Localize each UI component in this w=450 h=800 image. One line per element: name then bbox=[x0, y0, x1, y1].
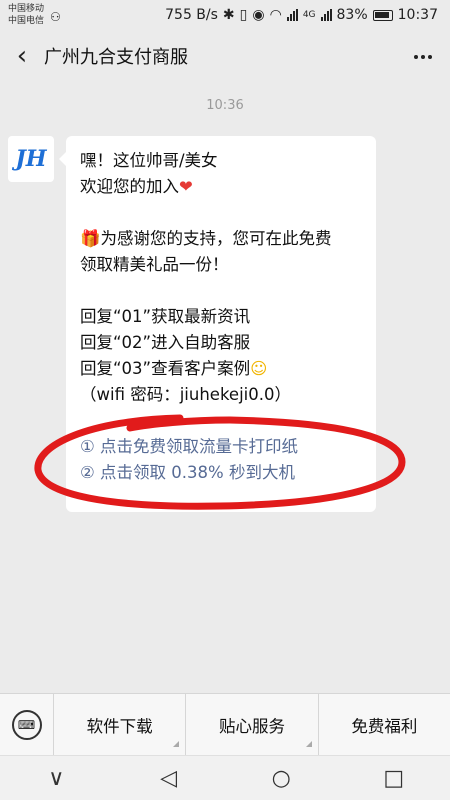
network-type: 4G bbox=[302, 10, 316, 20]
message-timestamp: 10:36 bbox=[206, 98, 244, 113]
carrier-info: 中国移动 中国电信 bbox=[8, 3, 44, 27]
carrier-1: 中国移动 bbox=[8, 4, 45, 14]
menu-service[interactable]: 贴心服务 bbox=[186, 694, 319, 755]
gift-icon: 🎁 bbox=[80, 229, 101, 248]
status-right: 755 B/s ✱ ▯ ◉ ◠ 4G 83% 10:37 bbox=[165, 7, 438, 23]
carrier-2: 中国电信 bbox=[8, 16, 45, 26]
smile-icon: ☺ bbox=[250, 359, 268, 378]
nav-collapse-icon[interactable]: ∨ bbox=[26, 766, 86, 791]
page-title: 广州九合支付商服 bbox=[44, 47, 188, 68]
signal-icon-2 bbox=[320, 9, 332, 21]
heart-icon: ❤ bbox=[179, 177, 193, 196]
reply-03-line: 回复“03”查看客户案例☺ bbox=[80, 359, 268, 378]
eye-icon: ◉ bbox=[252, 7, 265, 23]
welcome-line: 欢迎您的加入❤ bbox=[80, 177, 193, 196]
more-dots-icon[interactable] bbox=[408, 42, 438, 72]
vibrate-icon: ▯ bbox=[239, 7, 248, 23]
message-bubble: 嘿！这位帅哥/美女 欢迎您的加入❤ 🎁为感谢您的支持，您可在此免费 领取精美礼品… bbox=[59, 136, 376, 512]
free-flow-card-link[interactable]: ① 点击免费领取流量卡打印纸 bbox=[80, 434, 364, 460]
keyboard-icon: ⌨ bbox=[11, 710, 42, 740]
reply-02-line: 回复“02”进入自助客服 bbox=[80, 333, 251, 352]
avatar[interactable]: JH bbox=[8, 136, 54, 182]
nav-recents-icon[interactable]: □ bbox=[364, 766, 424, 791]
status-bar: 中国移动 中国电信 ⚇ 755 B/s ✱ ▯ ◉ ◠ 4G 83% 10:37 bbox=[0, 0, 450, 32]
network-speed: 755 B/s bbox=[165, 7, 218, 23]
gift-line: 🎁为感谢您的支持，您可在此免费 bbox=[80, 229, 332, 248]
battery-percent: 83% bbox=[336, 7, 368, 23]
system-nav-bar: ∨ ◁ ○ □ bbox=[0, 755, 450, 800]
nav-back-icon[interactable]: ◁ bbox=[139, 766, 199, 791]
battery-icon bbox=[372, 9, 393, 21]
wifi-password-line: （wifi 密码：jiuhekeji0.0） bbox=[80, 385, 291, 404]
bluetooth-icon: ✱ bbox=[222, 7, 235, 23]
nav-home-icon[interactable]: ○ bbox=[251, 766, 311, 791]
rate-promo-link[interactable]: ② 点击领取 0.38% 秒到大机 bbox=[80, 460, 364, 486]
greeting-line: 嘿！这位帅哥/美女 bbox=[80, 151, 218, 170]
menu-software-download[interactable]: 软件下载 bbox=[54, 694, 187, 755]
clock: 10:37 bbox=[397, 7, 438, 23]
title-bar: ‹ 广州九合支付商服 bbox=[0, 32, 450, 80]
bottom-menu: ⌨ 软件下载 贴心服务 免费福利 bbox=[0, 693, 450, 756]
gift-line-2: 领取精美礼品一份！ bbox=[80, 255, 229, 274]
reply-01-line: 回复“01”获取最新资讯 bbox=[80, 307, 251, 326]
wifi-icon: ◠ bbox=[269, 7, 282, 23]
keyboard-toggle[interactable]: ⌨ bbox=[0, 694, 54, 756]
chevron-left-icon[interactable]: ‹ bbox=[0, 32, 44, 80]
menu-free-benefits[interactable]: 免费福利 bbox=[319, 694, 450, 755]
wechat-notify-icon: ⚇ bbox=[50, 10, 61, 24]
signal-icon bbox=[286, 9, 298, 21]
